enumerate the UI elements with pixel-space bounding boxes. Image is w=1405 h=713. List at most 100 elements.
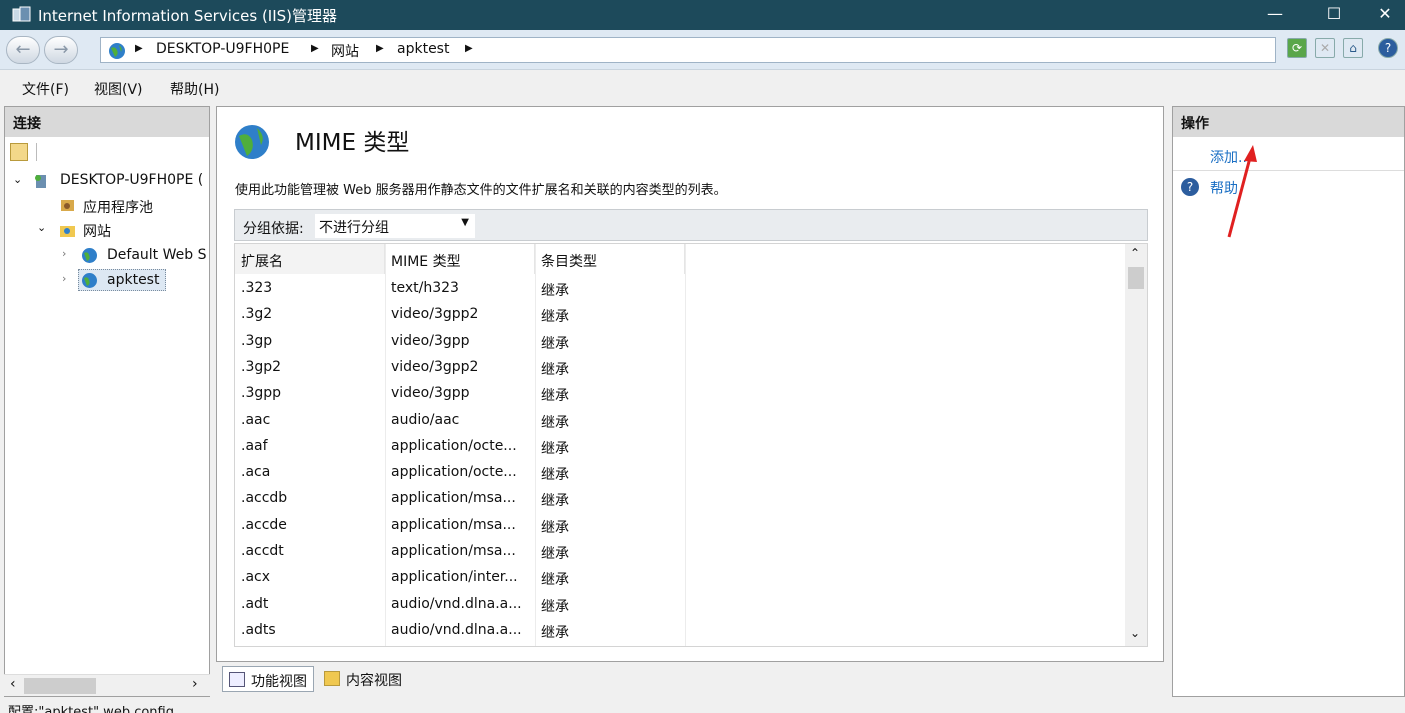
table-row[interactable]: .adt audio/vnd.dlna.a... 继承 [235,592,1125,618]
scroll-right-icon[interactable]: › [192,676,198,692]
menu-view[interactable]: 视图(V) [94,79,143,99]
forward-button[interactable]: → [44,36,78,64]
tab-content-view[interactable]: 内容视图 [318,666,408,692]
connect-icon[interactable] [10,143,28,161]
cell-mime-type: video/3gpp [391,332,470,349]
group-by-value: 不进行分组 [319,220,389,236]
cell-mime-type: audio/vnd.dlna.a... [391,595,522,612]
content-view-icon [324,671,340,686]
help-icon[interactable]: ? [1378,38,1398,58]
cell-mime-type: audio/vnd.dlna.a... [391,621,522,638]
column-header-mime-type[interactable]: MIME 类型 [385,244,535,274]
column-divider [385,244,386,646]
cell-extension: .adt [241,595,269,612]
menu-help[interactable]: 帮助(H) [170,79,219,99]
cell-entry-type: 继承 [541,546,569,562]
maximize-button[interactable]: ☐ [1311,0,1357,30]
cell-mime-type: application/inter... [391,569,518,586]
cell-mime-type: video/3gpp2 [391,306,479,323]
group-by-select[interactable]: 不进行分组 ▼ [315,214,475,238]
forward-arrow-icon: → [53,39,69,60]
mime-list: 扩展名 ^ MIME 类型 条目类型 .323 text/h323 继承 .3g2 vi… [234,243,1148,647]
breadcrumb-server[interactable]: DESKTOP-U9FH0PE [156,41,289,57]
cell-entry-type: 继承 [541,335,569,352]
table-row[interactable]: .323 text/h323 继承 [235,276,1125,302]
table-row[interactable]: .aac audio/aac 继承 [235,408,1125,434]
scroll-thumb[interactable] [1128,267,1144,289]
table-row[interactable]: .adts audio/vnd.dlna.a... 继承 [235,618,1125,644]
tree-item-server[interactable]: DESKTOP-U9FH0PE ( [60,172,203,188]
tab-feature-view[interactable]: 功能视图 [222,666,314,692]
refresh-icon[interactable]: ⟳ [1287,38,1307,58]
tree-item-app-pools[interactable]: 应用程序池 [83,197,153,217]
table-row[interactable]: .3gp2 video/3gpp2 继承 [235,355,1125,381]
breadcrumb-sites[interactable]: 网站 [331,41,359,61]
back-button[interactable]: ← [6,36,40,64]
group-by-label: 分组依据: [243,221,304,237]
globe-icon [82,273,97,288]
table-row[interactable]: .accde application/msa... 继承 [235,513,1125,539]
column-header-entry-type[interactable]: 条目类型 [535,244,685,274]
tree-item-apktest[interactable]: apktest [107,272,159,288]
cell-entry-type: 继承 [541,283,569,299]
minimize-button[interactable]: — [1252,0,1298,30]
cell-mime-type: video/3gpp [391,385,470,402]
table-row[interactable]: .accdt application/msa... 继承 [235,539,1125,565]
table-row[interactable]: .accdb application/msa... 继承 [235,486,1125,512]
globe-icon [109,43,125,59]
scroll-thumb[interactable] [24,678,96,694]
expand-chevron-icon[interactable]: › [62,247,66,260]
menu-bar: 文件(F) 视图(V) 帮助(H) [0,71,1405,103]
column-header-extension[interactable]: 扩展名 ^ [235,244,385,274]
feature-pane: MIME 类型 使用此功能管理被 Web 服务器用作静态文件的文件扩展名和关联的… [216,106,1164,662]
table-row[interactable]: .aaf application/octe... 继承 [235,434,1125,460]
cell-extension: .aaf [241,437,268,454]
tree-item-default-web-site[interactable]: Default Web S [107,247,206,263]
cell-extension: .3gp [241,332,273,349]
address-bar[interactable]: ▶ DESKTOP-U9FH0PE ▶ 网站 ▶ apktest ▶ [100,37,1276,63]
column-divider [535,244,536,646]
cell-entry-type: 继承 [541,572,569,589]
breadcrumb-arrow-icon: ▶ [311,43,319,54]
expand-chevron-icon[interactable]: › [62,272,66,285]
table-row[interactable]: .3g2 video/3gpp2 继承 [235,302,1125,328]
home-icon[interactable]: ⌂ [1343,38,1363,58]
cell-extension: .accde [241,516,287,533]
table-row[interactable]: .3gp video/3gpp 继承 [235,329,1125,355]
breadcrumb-arrow-icon: ▶ [135,43,143,54]
tree-item-sites[interactable]: 网站 [83,221,111,241]
menu-file[interactable]: 文件(F) [22,79,69,99]
close-button[interactable]: ✕ [1365,0,1405,30]
breadcrumb-apktest[interactable]: apktest [397,41,449,57]
collapse-chevron-icon[interactable]: ⌄ [13,173,22,186]
connections-pane: 连接 ⌄ DESKTOP-U9FH0PE ( 应用程序池 ⌄ 网站 › Defa… [4,106,210,697]
iis-app-icon [12,6,31,22]
scroll-left-icon[interactable]: ‹ [10,676,16,692]
cell-mime-type: audio/aac [391,411,460,428]
collapse-chevron-icon[interactable]: ⌄ [37,221,46,234]
scroll-down-icon[interactable]: ⌄ [1130,626,1140,640]
cell-mime-type: application/msa... [391,490,516,507]
table-row[interactable]: .acx application/inter... 继承 [235,565,1125,591]
sort-ascending-icon: ^ [305,243,314,251]
horizontal-scrollbar[interactable]: ‹ › [4,674,210,696]
globe-icon [82,248,97,263]
scroll-up-icon[interactable]: ⌃ [1130,246,1140,260]
app-pool-icon [61,200,74,211]
stop-icon[interactable]: ✕ [1315,38,1335,58]
table-row[interactable]: .3gpp video/3gpp 继承 [235,381,1125,407]
cell-mime-type: application/msa... [391,543,516,559]
table-row[interactable]: .aca application/octe... 继承 [235,460,1125,486]
vertical-scrollbar[interactable]: ⌃ ⌄ [1125,244,1147,646]
cell-extension: .3gpp [241,385,282,402]
status-bar: 配置:"apktest" web.config [0,698,1405,713]
annotation-arrow [1227,145,1257,238]
cell-extension: .3gp2 [241,358,282,375]
feature-description: 使用此功能管理被 Web 服务器用作静态文件的文件扩展名和关联的内容类型的列表。 [235,183,727,198]
cell-entry-type: 继承 [541,598,569,615]
cell-extension: .accdt [241,543,284,559]
actions-pane: 操作 添加... ? 帮助 [1172,106,1405,697]
cell-extension: .aca [241,464,271,481]
cell-entry-type: 继承 [541,519,569,536]
cell-entry-type: 继承 [541,361,569,378]
